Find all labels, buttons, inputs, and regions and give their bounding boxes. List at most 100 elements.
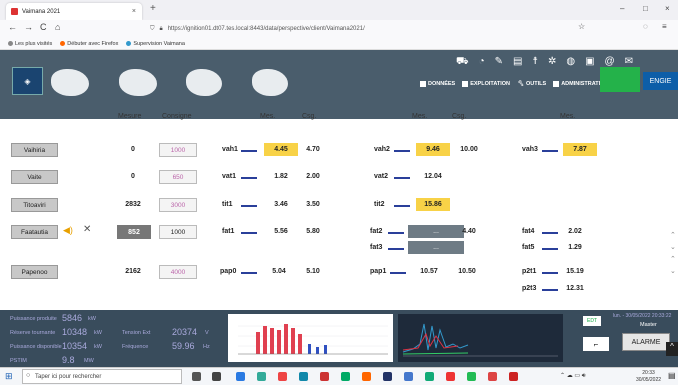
taskbar-clock[interactable]: 20:33 30/05/2022 — [636, 370, 661, 384]
donnees-icon — [420, 81, 426, 87]
bookmark-firefox[interactable]: Débuter avec Firefox — [60, 41, 118, 47]
csg-fat1: 5.80 — [306, 228, 320, 235]
minimize-icon[interactable]: – — [620, 4, 624, 13]
consigne-titoaviri[interactable]: 3000 — [159, 198, 197, 212]
col-mes-1: Mes. — [260, 113, 276, 120]
frequency-trend-chart[interactable] — [398, 314, 563, 362]
app-icon[interactable] — [257, 372, 266, 381]
acrobat-icon[interactable] — [509, 372, 518, 381]
chart-bar — [316, 347, 319, 354]
mes-fat5: 1.29 — [568, 244, 582, 251]
scrollbar[interactable]: ⌃ ⌄ ⌃ ⌄ — [670, 230, 678, 290]
site-button-faatautia[interactable]: Faatautia — [11, 225, 58, 239]
network-minimap[interactable] — [600, 67, 640, 92]
settings-app-icon[interactable] — [299, 372, 308, 381]
site-button-titoaviri[interactable]: Titoaviri — [11, 198, 58, 212]
notification-icon[interactable]: ▤ — [668, 371, 676, 380]
island-map-2[interactable] — [119, 69, 157, 96]
address-bar[interactable]: ⛉ 🔒︎ https://ignition01.dt07.tes.local:8… — [150, 22, 590, 36]
main-panel: Mesure Consigne Mes. Csg. Mes. Csg. Mes.… — [0, 113, 678, 310]
speaker-icon[interactable]: ◀︎) — [63, 225, 73, 236]
no-signal-icon[interactable]: ✕ — [83, 224, 91, 235]
app-icon[interactable] — [320, 372, 329, 381]
app-icon[interactable] — [446, 372, 455, 381]
taskbar-search[interactable]: ○ Taper ici pour rechercher — [22, 369, 182, 384]
menu-donnees[interactable]: DONNÉES — [420, 81, 455, 87]
settings-icon[interactable]: ✲ — [548, 56, 556, 69]
chart-bar — [277, 330, 281, 354]
bookmark-star-icon[interactable]: ☆ — [578, 22, 585, 31]
pstim-value: 9.8 — [62, 355, 75, 365]
consigne-papenoo[interactable]: 4000 — [159, 265, 197, 279]
consigne-vaihiria[interactable]: 1000 — [159, 143, 197, 157]
col-csg-2: Csg. — [452, 113, 467, 120]
browser-tab[interactable]: Vaimana 2021 × — [6, 3, 142, 20]
tag-vat2: vat2 — [374, 173, 389, 180]
link-line — [542, 150, 558, 152]
mes-tit2: 15.86 — [416, 198, 450, 211]
app-icon[interactable] — [341, 372, 350, 381]
link-line — [241, 150, 257, 152]
system-tray-icons[interactable]: ⌃ ☁ ▭ 🔊︎ — [560, 372, 585, 380]
col-mesure: Mesure — [118, 113, 142, 120]
edge-icon[interactable] — [236, 372, 245, 381]
scroll-up-icon[interactable]: ^ — [666, 342, 678, 356]
pocket-icon[interactable]: ◌ — [643, 22, 648, 31]
pencil-icon[interactable]: ✎ — [495, 56, 503, 69]
bookmark-supervision[interactable]: Supervision Vaimana — [126, 41, 185, 47]
app-icon[interactable] — [383, 372, 392, 381]
task-view-icon[interactable] — [212, 372, 221, 381]
mes-fat4: 2.02 — [568, 228, 582, 235]
reload-icon[interactable]: C — [40, 22, 47, 32]
tension-unit: V — [205, 330, 209, 336]
tag-pap0: pap0 — [220, 268, 237, 275]
mes-p2t1: 15.19 — [566, 268, 584, 275]
file-icon[interactable]: ▤ — [513, 56, 522, 69]
csg-tit1: 3.50 — [306, 201, 320, 208]
app-icon[interactable] — [467, 372, 476, 381]
site-button-vaihiria[interactable]: Vaihiria — [11, 143, 58, 157]
globe-icon[interactable]: ◍ — [566, 56, 575, 69]
new-tab-button[interactable]: + — [150, 3, 156, 14]
reserve-label: Réserve tournante — [10, 330, 56, 336]
help-icon[interactable]: ▣ — [585, 56, 594, 69]
consigne-vaite[interactable]: 650 — [159, 170, 197, 184]
forward-icon[interactable]: → — [24, 22, 33, 32]
app-icon[interactable] — [488, 372, 497, 381]
alarm-button[interactable]: ALARME — [622, 333, 670, 351]
maximize-icon[interactable]: □ — [643, 4, 648, 13]
firefox-icon[interactable] — [362, 372, 371, 381]
chrome-icon[interactable] — [278, 372, 287, 381]
menu-outils[interactable]: 🔧︎ OUTILS — [517, 81, 546, 87]
excel-icon[interactable] — [425, 372, 434, 381]
link-line — [394, 177, 410, 179]
consigne-faatautia[interactable]: 1000 — [159, 225, 197, 239]
car-icon[interactable]: ⛟ — [456, 56, 469, 69]
close-tab-icon[interactable]: × — [132, 8, 136, 15]
site-button-vaite[interactable]: Vaite — [11, 170, 58, 184]
menu-icon[interactable]: ≡ — [662, 22, 667, 31]
site-button-papenoo[interactable]: Papenoo — [11, 265, 58, 279]
menu-exploitation[interactable]: EXPLOITATION — [462, 81, 510, 87]
island-map-4[interactable] — [252, 69, 288, 96]
bell-icon[interactable]: ◔ — [479, 56, 485, 69]
mes-vah3: 7.87 — [563, 143, 597, 156]
lock-icon: 🔒︎ — [159, 25, 163, 32]
home-icon[interactable]: ⌂ — [55, 22, 60, 32]
dispo-unit: kW — [94, 344, 102, 350]
windows-start-icon[interactable]: ⊞ — [5, 371, 13, 382]
trend-icon[interactable]: ⌐ — [583, 337, 609, 351]
freq-value: 59.96 — [172, 341, 195, 351]
mes-vat2: 12.04 — [424, 173, 442, 180]
island-map-3[interactable] — [186, 69, 222, 96]
bookmark-most-visited[interactable]: Les plus visités — [8, 41, 52, 47]
power-trend-chart[interactable] — [228, 314, 393, 362]
close-window-icon[interactable]: × — [665, 4, 670, 13]
cortana-icon[interactable] — [192, 372, 201, 381]
app-icon[interactable] — [404, 372, 413, 381]
back-icon[interactable]: ← — [8, 22, 17, 32]
person-icon[interactable]: ☨ — [532, 56, 537, 69]
link-line — [542, 248, 558, 250]
island-map-1[interactable] — [51, 69, 89, 96]
app-logo[interactable]: ◈ — [12, 67, 43, 95]
